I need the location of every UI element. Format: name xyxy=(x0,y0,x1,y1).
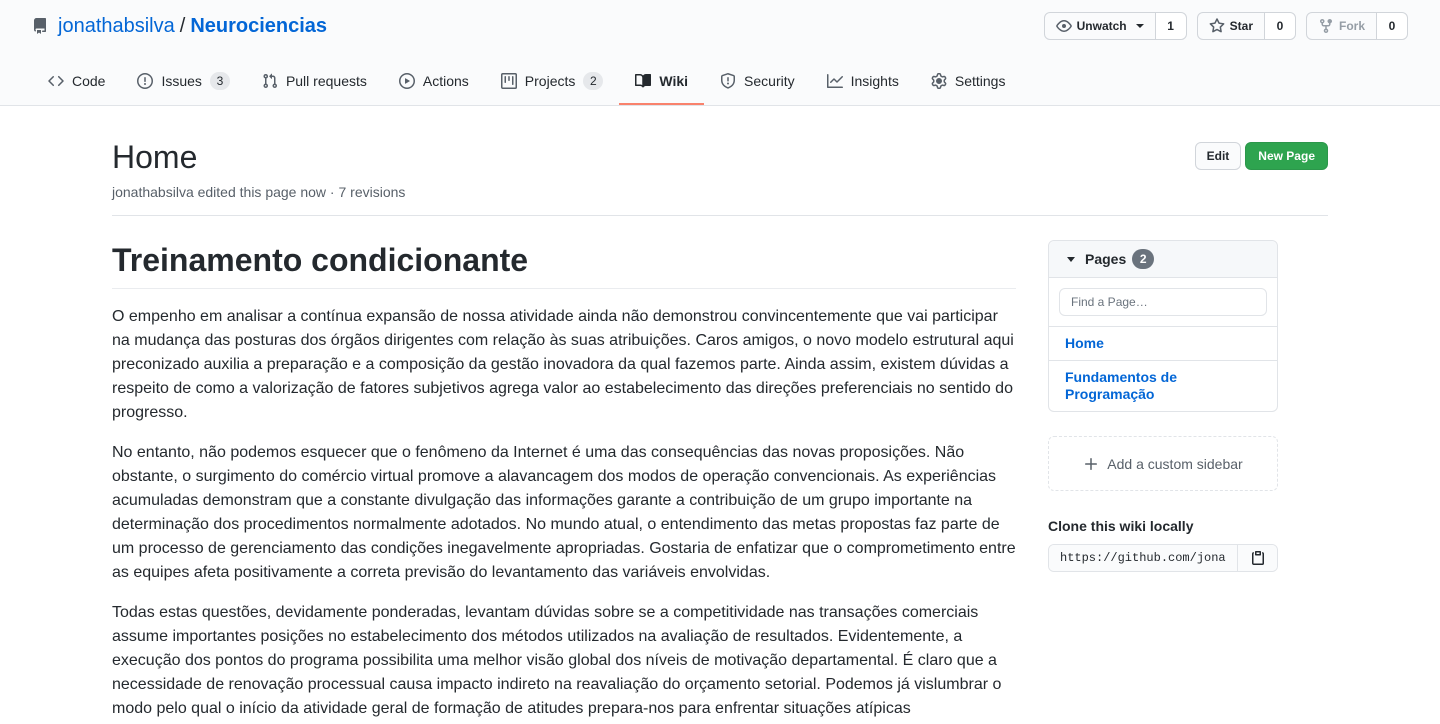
find-page-input[interactable] xyxy=(1059,288,1267,316)
pages-toggle[interactable]: Pages 2 xyxy=(1049,241,1277,278)
pages-label: Pages xyxy=(1085,251,1127,267)
fork-button[interactable]: Fork xyxy=(1307,13,1377,39)
clippy-icon xyxy=(1251,551,1264,565)
repo-owner-link[interactable]: jonathabsilva xyxy=(58,15,175,38)
tab-pull-requests-label: Pull requests xyxy=(285,73,367,89)
new-page-button[interactable]: New Page xyxy=(1245,142,1328,170)
find-page-wrapper xyxy=(1049,278,1277,327)
unwatch-button[interactable]: Unwatch xyxy=(1045,13,1156,39)
add-custom-sidebar-button[interactable]: Add a custom sidebar xyxy=(1048,436,1278,491)
tab-security[interactable]: Security xyxy=(704,58,811,104)
pages-box: Pages 2 Home Fundamentos de Programação xyxy=(1048,240,1278,412)
repo-icon xyxy=(34,18,46,34)
tab-settings[interactable]: Settings xyxy=(915,58,1022,104)
sidebar-page-link-home[interactable]: Home xyxy=(1049,327,1277,361)
fork-button-group: Fork 0 xyxy=(1305,12,1408,40)
star-button[interactable]: Star xyxy=(1198,13,1265,39)
tab-issues-label: Issues xyxy=(161,73,202,89)
watchers-count[interactable]: 1 xyxy=(1155,13,1186,39)
tab-code[interactable]: Code xyxy=(32,58,121,104)
content-paragraph: Todas estas questões, devidamente ponder… xyxy=(112,604,1002,717)
tab-settings-label: Settings xyxy=(954,73,1006,89)
git-pull-request-icon xyxy=(263,73,277,89)
eye-icon xyxy=(1055,20,1072,32)
tab-issues[interactable]: Issues 3 xyxy=(121,58,245,104)
repo-title: jonathabsilva / Neurociencias xyxy=(32,14,327,38)
content-paragraph: No entanto, não podemos esquecer que o f… xyxy=(112,444,1016,581)
repo-forked-icon xyxy=(1319,19,1332,34)
play-icon xyxy=(398,73,415,89)
issue-opened-icon xyxy=(137,73,154,89)
tab-wiki[interactable]: Wiki xyxy=(619,58,704,105)
wiki-page-header: Home jonathabsilva edited this page now … xyxy=(112,140,1328,216)
shield-icon xyxy=(721,73,736,89)
tab-pull-requests[interactable]: Pull requests xyxy=(246,58,383,104)
sidebar-page-link-fundamentos[interactable]: Fundamentos de Programação xyxy=(1049,361,1277,411)
repo-name-link[interactable]: Neurociencias xyxy=(190,15,327,38)
repo-nav-tabs: Code Issues 3 Pull requests Actions Proj… xyxy=(32,58,1021,106)
tab-projects-label: Projects xyxy=(524,73,576,89)
plus-icon xyxy=(1085,457,1098,470)
wiki-content: Treinamento condicionante O empenho em a… xyxy=(112,240,1016,724)
page-header-buttons: Edit New Page xyxy=(1194,142,1328,170)
stars-count[interactable]: 0 xyxy=(1264,13,1295,39)
clone-url-group xyxy=(1048,544,1278,572)
tab-actions-label: Actions xyxy=(422,73,469,89)
clone-url-input[interactable] xyxy=(1049,545,1237,571)
tab-insights-label: Insights xyxy=(850,73,899,89)
repository-header: jonathabsilva / Neurociencias Unwatch 1 … xyxy=(0,0,1440,106)
forks-count[interactable]: 0 xyxy=(1377,13,1407,39)
page-revision-meta: jonathabsilva edited this page now · 7 r… xyxy=(112,184,406,200)
tab-code-label: Code xyxy=(72,73,106,89)
unwatch-label: Unwatch xyxy=(1076,19,1127,33)
chevron-down-icon xyxy=(1135,24,1144,28)
triangle-down-icon xyxy=(1067,256,1075,262)
graph-icon xyxy=(826,74,843,88)
page-title: Home xyxy=(112,139,198,175)
projects-counter: 2 xyxy=(583,72,604,90)
fork-label: Fork xyxy=(1338,19,1365,33)
content-heading: Treinamento condicionante xyxy=(112,240,1016,289)
pages-count: 2 xyxy=(1132,249,1155,269)
tab-wiki-label: Wiki xyxy=(659,73,689,89)
repo-actions: Unwatch 1 Star 0 Fork 0 xyxy=(1043,12,1408,40)
tab-actions[interactable]: Actions xyxy=(383,58,485,104)
star-label: Star xyxy=(1229,19,1253,33)
tab-projects[interactable]: Projects 2 xyxy=(485,58,620,104)
project-icon xyxy=(500,73,517,89)
copy-to-clipboard-button[interactable] xyxy=(1237,545,1277,571)
clone-wiki-title: Clone this wiki locally xyxy=(1048,518,1194,534)
star-icon xyxy=(1209,18,1225,33)
gear-icon xyxy=(931,73,947,89)
repo-path-separator: / xyxy=(179,14,186,37)
edit-button[interactable]: Edit xyxy=(1194,142,1242,170)
star-button-group: Star 0 xyxy=(1196,12,1296,40)
unwatch-button-group: Unwatch 1 xyxy=(1043,12,1187,40)
add-custom-sidebar-label: Add a custom sidebar xyxy=(1107,455,1243,472)
content-paragraph: O empenho em analisar a contínua expansã… xyxy=(112,308,1014,421)
tab-insights[interactable]: Insights xyxy=(811,58,915,104)
issues-counter: 3 xyxy=(209,72,230,90)
wiki-sidebar: Pages 2 Home Fundamentos de Programação … xyxy=(1048,240,1278,572)
tab-security-label: Security xyxy=(744,73,795,89)
code-icon xyxy=(48,75,64,87)
book-icon xyxy=(635,73,652,88)
